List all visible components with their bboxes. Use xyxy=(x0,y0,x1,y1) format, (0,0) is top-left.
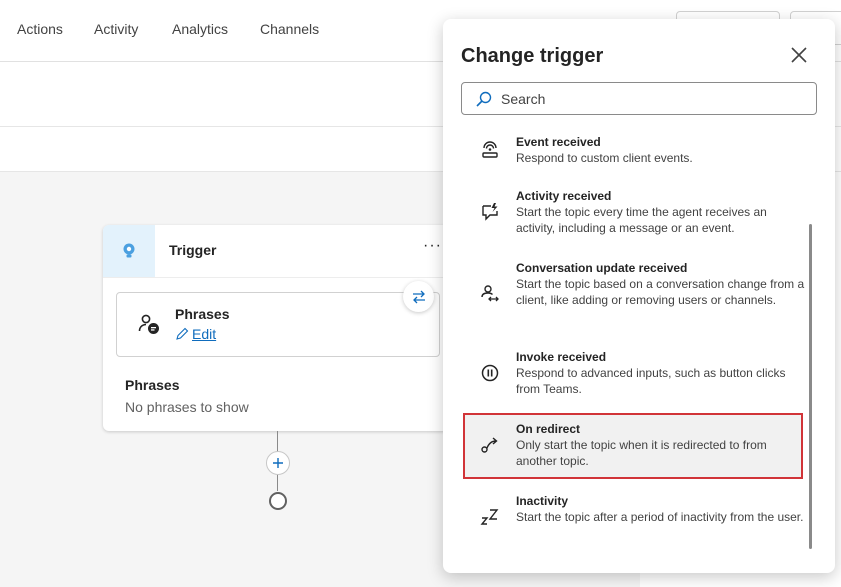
end-node xyxy=(269,492,287,510)
trigger-option-name: Activity received xyxy=(516,189,612,203)
trigger-option-on-redirect[interactable]: On redirect Only start the topic when it… xyxy=(465,422,805,474)
trigger-header: Trigger ··· xyxy=(103,225,448,278)
redirect-icon xyxy=(481,437,498,453)
trigger-option-desc: Respond to custom client events. xyxy=(516,151,693,165)
trigger-option-desc: Start the topic after a period of inacti… xyxy=(516,510,804,524)
trigger-option-name: Invoke received xyxy=(516,350,607,364)
nav-tab-activity[interactable]: Activity xyxy=(94,21,138,37)
change-trigger-panel: Change trigger Search Event received Res… xyxy=(443,19,835,573)
trigger-option-inactivity[interactable]: Inactivity Start the topic after a perio… xyxy=(465,494,805,546)
trigger-option-invoke-received[interactable]: Invoke received Respond to advanced inpu… xyxy=(465,350,805,402)
trigger-option-name: On redirect xyxy=(516,422,581,436)
trigger-option-desc: Start the topic every time the agent rec… xyxy=(516,205,767,235)
phrases-title: Phrases xyxy=(175,306,230,322)
panel-title: Change trigger xyxy=(461,45,604,67)
phrases-box[interactable]: Phrases Edit xyxy=(116,292,440,357)
trigger-option-activity-received[interactable]: Activity received Start the topic every … xyxy=(465,189,805,241)
phrases-label: Phrases xyxy=(125,377,180,393)
search-icon xyxy=(476,91,492,107)
pencil-icon xyxy=(176,327,189,340)
trigger-option-desc: Only start the topic when it is redirect… xyxy=(516,438,767,468)
trigger-title: Trigger xyxy=(169,242,217,258)
search-placeholder: Search xyxy=(501,91,546,107)
trigger-node[interactable]: Trigger ··· Phrases Edit Phrases No phra… xyxy=(103,225,448,431)
edit-link[interactable]: Edit xyxy=(175,326,216,342)
lightbulb-icon xyxy=(123,243,135,258)
change-trigger-button[interactable] xyxy=(403,281,434,312)
trigger-option-name: Conversation update received xyxy=(516,261,688,275)
event-received-icon xyxy=(482,141,498,158)
trigger-option-name: Event received xyxy=(516,135,601,149)
add-node-button[interactable] xyxy=(266,451,290,475)
invoke-received-icon xyxy=(481,364,499,382)
phrases-empty-text: No phrases to show xyxy=(125,399,249,415)
conversation-update-icon xyxy=(481,285,499,302)
panel-scrollbar[interactable] xyxy=(809,224,812,549)
activity-received-icon xyxy=(482,203,498,221)
inactivity-icon xyxy=(480,509,499,525)
close-icon[interactable] xyxy=(787,43,811,67)
nav-tab-channels[interactable]: Channels xyxy=(260,21,319,37)
trigger-icon-box xyxy=(103,225,155,277)
swap-arrows-icon xyxy=(412,290,425,303)
trigger-option-desc: Respond to advanced inputs, such as butt… xyxy=(516,366,786,396)
trigger-option-desc: Start the topic based on a conversation … xyxy=(516,277,805,307)
nav-tab-analytics[interactable]: Analytics xyxy=(172,21,228,37)
trigger-option-name: Inactivity xyxy=(516,494,569,508)
plus-icon xyxy=(273,458,283,468)
edit-label: Edit xyxy=(192,326,217,342)
more-options-button[interactable]: ··· xyxy=(423,237,442,255)
nav-tab-actions[interactable]: Actions xyxy=(17,21,63,37)
trigger-option-conversation-update[interactable]: Conversation update received Start the t… xyxy=(465,261,805,329)
search-input[interactable]: Search xyxy=(461,82,817,115)
trigger-option-event-received[interactable]: Event received Respond to custom client … xyxy=(465,135,805,171)
person-chat-icon xyxy=(138,314,159,334)
